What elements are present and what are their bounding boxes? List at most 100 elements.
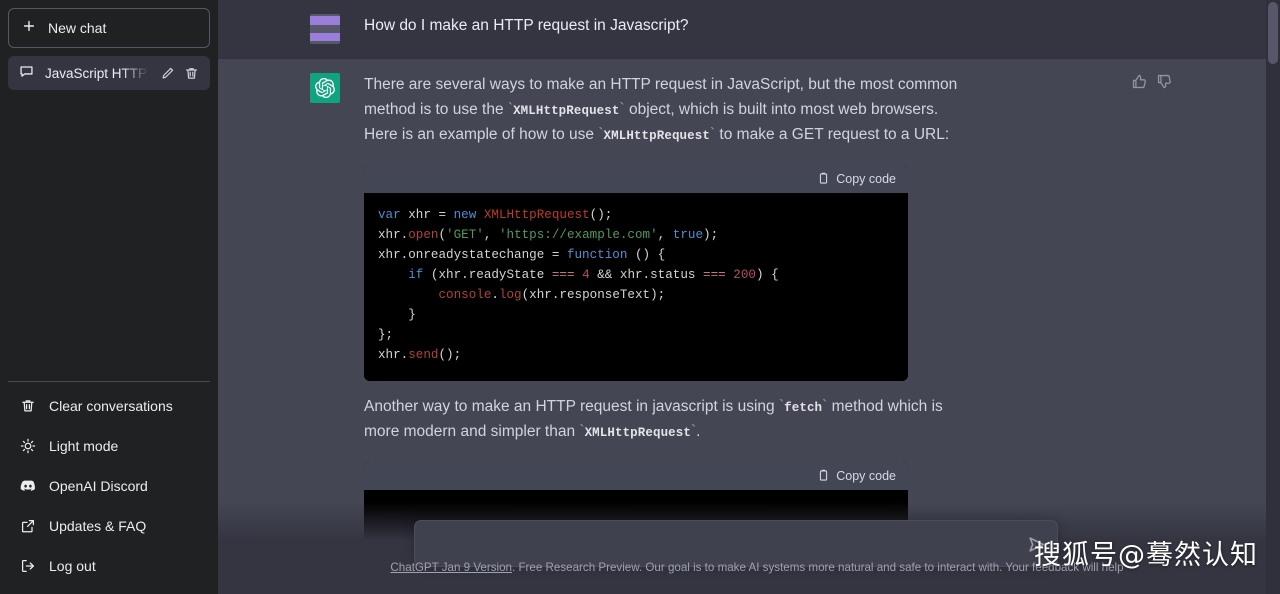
code-token: xhr.onreadystatechange =	[378, 247, 567, 262]
send-arrow-icon[interactable]	[1025, 533, 1047, 555]
message-row-user: How do I make an HTTP request in Javascr…	[218, 0, 1266, 58]
sidebar-menu: Clear conversations Light mode OpenAI Di…	[8, 381, 210, 586]
code-token: send	[408, 347, 439, 362]
chat-item-actions	[160, 66, 199, 81]
code-token: 'GET'	[446, 227, 484, 242]
user-avatar	[310, 14, 340, 44]
thumbs-up-icon[interactable]	[1131, 73, 1148, 90]
sidebar-item-label: Log out	[49, 558, 96, 574]
new-chat-button[interactable]: New chat	[8, 8, 210, 48]
discord-icon	[20, 478, 36, 494]
sidebar: New chat JavaScript HTTP requ	[0, 0, 218, 594]
sidebar-item-updates-faq[interactable]: Updates & FAQ	[8, 506, 210, 546]
sidebar-item-light-mode[interactable]: Light mode	[8, 426, 210, 466]
code-token: );	[703, 227, 719, 242]
code-token: }	[378, 307, 416, 322]
code-token: (xhr.responseText);	[521, 287, 666, 302]
message-feedback-actions	[1131, 73, 1173, 90]
sidebar-item-label: Clear conversations	[49, 398, 173, 414]
sidebar-item-log-out[interactable]: Log out	[8, 546, 210, 586]
code-token: var	[378, 207, 409, 222]
code-token: 4	[582, 267, 590, 282]
code-token: function	[566, 247, 628, 262]
vertical-scrollbar[interactable]	[1266, 0, 1280, 594]
pencil-icon[interactable]	[160, 66, 175, 81]
conversation-list: JavaScript HTTP requ	[8, 56, 210, 90]
footer-disclaimer: ChatGPT Jan 9 Version. Free Research Pre…	[218, 560, 1280, 575]
message-body: How do I make an HTTP request in Javascr…	[364, 14, 1024, 44]
inline-code: XMLHttpRequest	[603, 129, 710, 143]
sidebar-item-label: Updates & FAQ	[49, 518, 147, 534]
code-block: Copy code var xhr = new XMLHttpRequest()…	[364, 164, 908, 381]
inline-code: XMLHttpRequest	[584, 426, 691, 440]
inline-code: fetch	[784, 400, 823, 415]
message-body: There are several ways to make an HTTP r…	[364, 73, 1024, 560]
thumbs-down-icon[interactable]	[1156, 73, 1173, 90]
footer-text: . Free Research Preview. Our goal is to …	[512, 561, 1124, 574]
assistant-paragraph-1: There are several ways to make an HTTP r…	[364, 73, 964, 149]
code-token: && xhr.status	[589, 267, 704, 282]
code-token: ,	[657, 227, 673, 242]
paragraph-text-part: Another way to make an HTTP request in j…	[364, 397, 779, 415]
code-token: ();	[438, 347, 462, 362]
code-token: log	[498, 287, 522, 302]
copy-code-label: Copy code	[836, 171, 896, 186]
clipboard-icon	[817, 469, 830, 482]
code-token: };	[378, 327, 394, 342]
code-token: (	[438, 227, 447, 242]
copy-code-button[interactable]: Copy code	[817, 172, 896, 186]
message-row-assistant: There are several ways to make an HTTP r…	[218, 58, 1266, 575]
code-block-header: Copy code	[364, 461, 908, 490]
sun-icon	[20, 438, 36, 454]
code-token: () {	[627, 247, 666, 262]
chatgpt-app: New chat JavaScript HTTP requ	[0, 0, 1280, 594]
sidebar-chat-title: JavaScript HTTP requ	[45, 65, 149, 81]
clipboard-icon	[817, 172, 830, 185]
sidebar-item-openai-discord[interactable]: OpenAI Discord	[8, 466, 210, 506]
message-inner: There are several ways to make an HTTP r…	[307, 59, 1187, 574]
code-token: .	[491, 287, 499, 302]
code-block-content[interactable]: var xhr = new XMLHttpRequest(); xhr.open…	[364, 192, 908, 381]
paragraph-text-part: .	[696, 423, 701, 440]
code-token: (xhr.readyState	[423, 267, 552, 282]
code-token: if	[408, 267, 424, 282]
code-token: xhr	[408, 207, 439, 222]
code-token: 'https://example.com'	[498, 227, 658, 242]
assistant-paragraph-2: Another way to make an HTTP request in j…	[364, 395, 964, 446]
sidebar-item-label: Light mode	[49, 438, 119, 454]
code-token: ===	[551, 267, 575, 282]
sidebar-chat-item[interactable]: JavaScript HTTP requ	[8, 56, 210, 90]
message-inner: How do I make an HTTP request in Javascr…	[307, 0, 1187, 58]
trash-icon	[20, 398, 36, 414]
copy-code-label: Copy code	[836, 468, 896, 483]
paragraph-text-part: to make a GET request to a URL:	[715, 126, 950, 143]
scrollbar-thumb[interactable]	[1268, 2, 1278, 64]
plus-icon	[22, 19, 36, 37]
code-token: =	[438, 207, 454, 222]
sidebar-item-clear-conversations[interactable]: Clear conversations	[8, 386, 210, 426]
copy-code-button[interactable]: Copy code	[817, 469, 896, 483]
external-link-icon	[20, 518, 36, 534]
code-token: ===	[703, 267, 726, 282]
code-token: xhr.	[378, 347, 409, 362]
code-token: ();	[589, 207, 613, 222]
code-token: console	[438, 287, 492, 302]
trash-icon[interactable]	[184, 66, 199, 81]
code-token: new	[453, 207, 484, 222]
code-token: XMLHttpRequest	[483, 207, 590, 222]
code-token: xhr.	[378, 227, 409, 242]
code-token: true	[672, 227, 704, 242]
code-block-header: Copy code	[364, 164, 908, 193]
user-message-text: How do I make an HTTP request in Javascr…	[364, 17, 689, 34]
version-link[interactable]: ChatGPT Jan 9 Version	[390, 561, 512, 574]
chat-bubble-icon	[19, 64, 34, 82]
sidebar-item-label: OpenAI Discord	[49, 478, 148, 494]
composer-area: ChatGPT Jan 9 Version. Free Research Pre…	[218, 502, 1280, 594]
logout-icon	[20, 558, 36, 574]
code-token: open	[408, 227, 439, 242]
code-token: ,	[483, 227, 499, 242]
